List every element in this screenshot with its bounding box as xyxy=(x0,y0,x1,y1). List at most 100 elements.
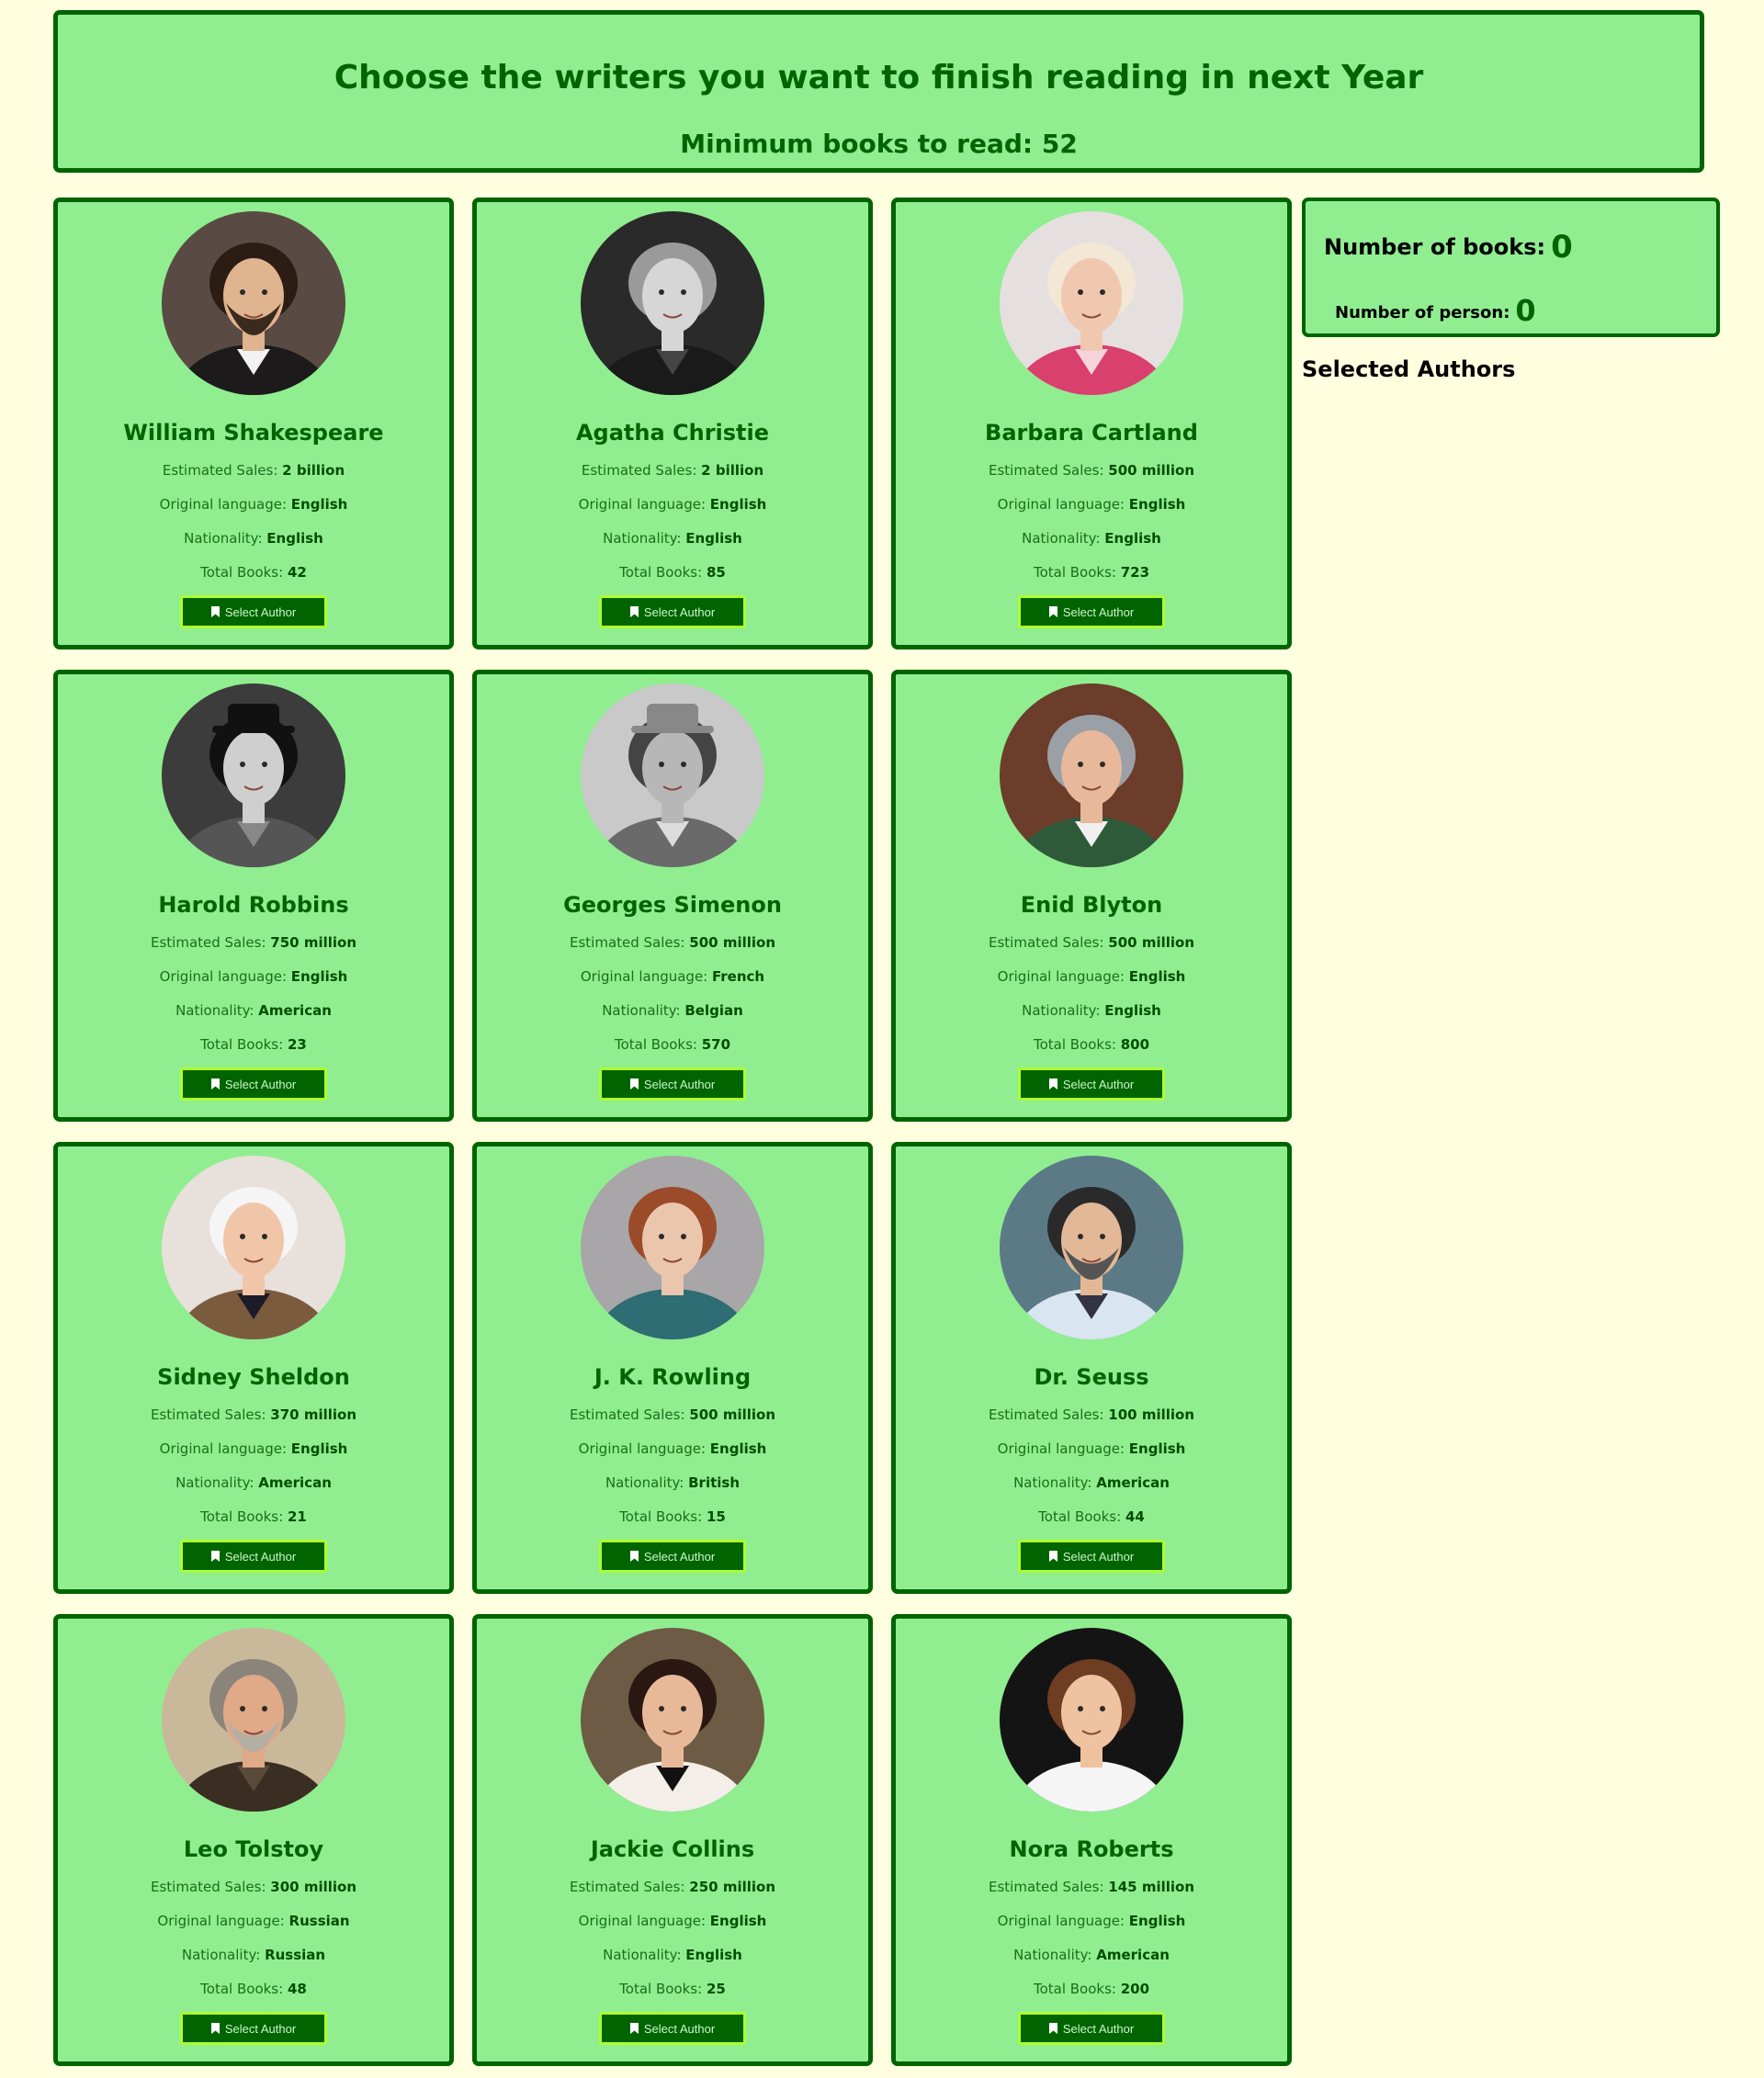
author-card: Barbara Cartland Estimated Sales: 500 mil… xyxy=(891,198,1292,649)
total-books-label: Total Books: xyxy=(200,1036,288,1053)
author-name: Nora Roberts xyxy=(1009,1836,1174,1862)
select-author-button[interactable]: Select Author xyxy=(1017,1067,1166,1101)
nationality: Nationality: English xyxy=(58,522,449,556)
original-language-value: English xyxy=(709,1440,767,1457)
estimated-sales: Estimated Sales: 300 million xyxy=(58,1870,449,1904)
nationality-value: English xyxy=(1104,1002,1161,1019)
select-author-button[interactable]: Select Author xyxy=(598,595,747,628)
total-books-value: 200 xyxy=(1120,1981,1150,1997)
select-author-button[interactable]: Select Author xyxy=(598,1540,747,1573)
estimated-sales: Estimated Sales: 2 billion xyxy=(58,454,449,488)
original-language: Original language: English xyxy=(58,488,449,522)
estimated-sales-value: 500 million xyxy=(1108,934,1194,951)
select-author-button[interactable]: Select Author xyxy=(598,2012,747,2045)
select-author-button[interactable]: Select Author xyxy=(179,1067,328,1101)
total-books-value: 800 xyxy=(1120,1036,1150,1053)
nationality-value: English xyxy=(1104,530,1161,547)
original-language-value: English xyxy=(1128,1913,1186,1929)
total-books-label: Total Books: xyxy=(614,1036,702,1053)
estimated-sales-label: Estimated Sales: xyxy=(988,934,1109,951)
total-books: Total Books: 570 xyxy=(477,1028,868,1062)
nationality-label: Nationality: xyxy=(175,1474,259,1491)
select-author-label: Select Author xyxy=(224,2021,297,2036)
original-language-label: Original language: xyxy=(159,968,291,985)
estimated-sales-value: 500 million xyxy=(689,934,775,951)
author-card: Harold Robbins Estimated Sales: 750 milli… xyxy=(53,670,454,1122)
nationality-value: British xyxy=(688,1474,741,1491)
total-books-value: 44 xyxy=(1125,1508,1145,1525)
estimated-sales-label: Estimated Sales: xyxy=(569,934,690,951)
bookmark-icon xyxy=(1048,1551,1057,1562)
select-author-button[interactable]: Select Author xyxy=(598,1067,747,1101)
nationality: Nationality: Belgian xyxy=(477,994,868,1028)
estimated-sales-label: Estimated Sales: xyxy=(150,1879,271,1895)
select-author-label: Select Author xyxy=(224,1077,297,1091)
original-language-label: Original language: xyxy=(159,1440,291,1457)
original-language: Original language: Russian xyxy=(58,1904,449,1938)
estimated-sales-label: Estimated Sales: xyxy=(150,934,271,951)
page-title: Choose the writers you want to finish re… xyxy=(334,59,1424,96)
number-of-books-label: Number of books: xyxy=(1324,234,1546,260)
total-books-label: Total Books: xyxy=(1033,1981,1121,1997)
nationality: Nationality: British xyxy=(477,1466,868,1500)
nationality-label: Nationality: xyxy=(184,530,267,547)
select-author-button[interactable]: Select Author xyxy=(1017,595,1166,628)
estimated-sales-value: 500 million xyxy=(1108,462,1194,479)
nationality-label: Nationality: xyxy=(1013,1474,1097,1491)
total-books-label: Total Books: xyxy=(200,1508,288,1525)
number-of-books-value: 0 xyxy=(1551,229,1573,265)
nationality-value: English xyxy=(685,530,742,547)
total-books-label: Total Books: xyxy=(200,564,288,581)
original-language: Original language: English xyxy=(896,1904,1287,1938)
estimated-sales: Estimated Sales: 500 million xyxy=(477,926,868,960)
minimum-books-subtitle: Minimum books to read: 52 xyxy=(680,129,1078,159)
original-language-label: Original language: xyxy=(578,1440,710,1457)
original-language-label: Original language: xyxy=(578,1913,710,1929)
total-books: Total Books: 44 xyxy=(896,1500,1287,1534)
select-author-button[interactable]: Select Author xyxy=(1017,2012,1166,2045)
nationality: Nationality: English xyxy=(896,994,1287,1028)
original-language: Original language: English xyxy=(58,1432,449,1466)
total-books-value: 21 xyxy=(287,1508,307,1525)
total-books: Total Books: 200 xyxy=(896,1972,1287,2006)
total-books-value: 85 xyxy=(706,564,726,581)
select-author-label: Select Author xyxy=(643,1549,716,1564)
estimated-sales-label: Estimated Sales: xyxy=(569,1406,690,1423)
estimated-sales-label: Estimated Sales: xyxy=(150,1406,271,1423)
select-author-button[interactable]: Select Author xyxy=(179,2012,328,2045)
author-card: Sidney Sheldon Estimated Sales: 370 milli… xyxy=(53,1142,454,1594)
original-language: Original language: French xyxy=(477,960,868,994)
nationality-value: Belgian xyxy=(684,1002,743,1019)
nationality: Nationality: Russian xyxy=(58,1938,449,1972)
nationality-label: Nationality: xyxy=(603,530,686,547)
author-name: Agatha Christie xyxy=(575,420,770,446)
estimated-sales-value: 250 million xyxy=(689,1879,775,1895)
nationality-label: Nationality: xyxy=(605,1474,689,1491)
estimated-sales-label: Estimated Sales: xyxy=(988,462,1109,479)
total-books-label: Total Books: xyxy=(1038,1508,1125,1525)
bookmark-icon xyxy=(210,606,220,617)
bookmark-icon xyxy=(210,1079,220,1090)
original-language-label: Original language: xyxy=(578,496,710,513)
estimated-sales-value: 500 million xyxy=(689,1406,775,1423)
author-card: J. K. Rowling Estimated Sales: 500 millio… xyxy=(472,1142,873,1594)
bookmark-icon xyxy=(1048,1079,1057,1090)
total-books-label: Total Books: xyxy=(200,1981,288,1997)
select-author-label: Select Author xyxy=(224,1549,297,1564)
select-author-button[interactable]: Select Author xyxy=(179,595,328,628)
author-portrait xyxy=(1000,211,1183,395)
author-name: Enid Blyton xyxy=(1020,892,1163,918)
original-language-label: Original language: xyxy=(997,1440,1129,1457)
estimated-sales-label: Estimated Sales: xyxy=(581,462,702,479)
author-portrait xyxy=(162,683,345,867)
select-author-button[interactable]: Select Author xyxy=(1017,1540,1166,1573)
original-language: Original language: English xyxy=(477,488,868,522)
select-author-button[interactable]: Select Author xyxy=(179,1540,328,1573)
original-language: Original language: English xyxy=(58,960,449,994)
estimated-sales-value: 100 million xyxy=(1108,1406,1194,1423)
nationality-value: American xyxy=(258,1002,332,1019)
bookmark-icon xyxy=(210,2023,220,2034)
total-books-label: Total Books: xyxy=(1033,564,1121,581)
select-author-label: Select Author xyxy=(1062,2021,1135,2036)
author-card: Agatha Christie Estimated Sales: 2 billio… xyxy=(472,198,873,649)
